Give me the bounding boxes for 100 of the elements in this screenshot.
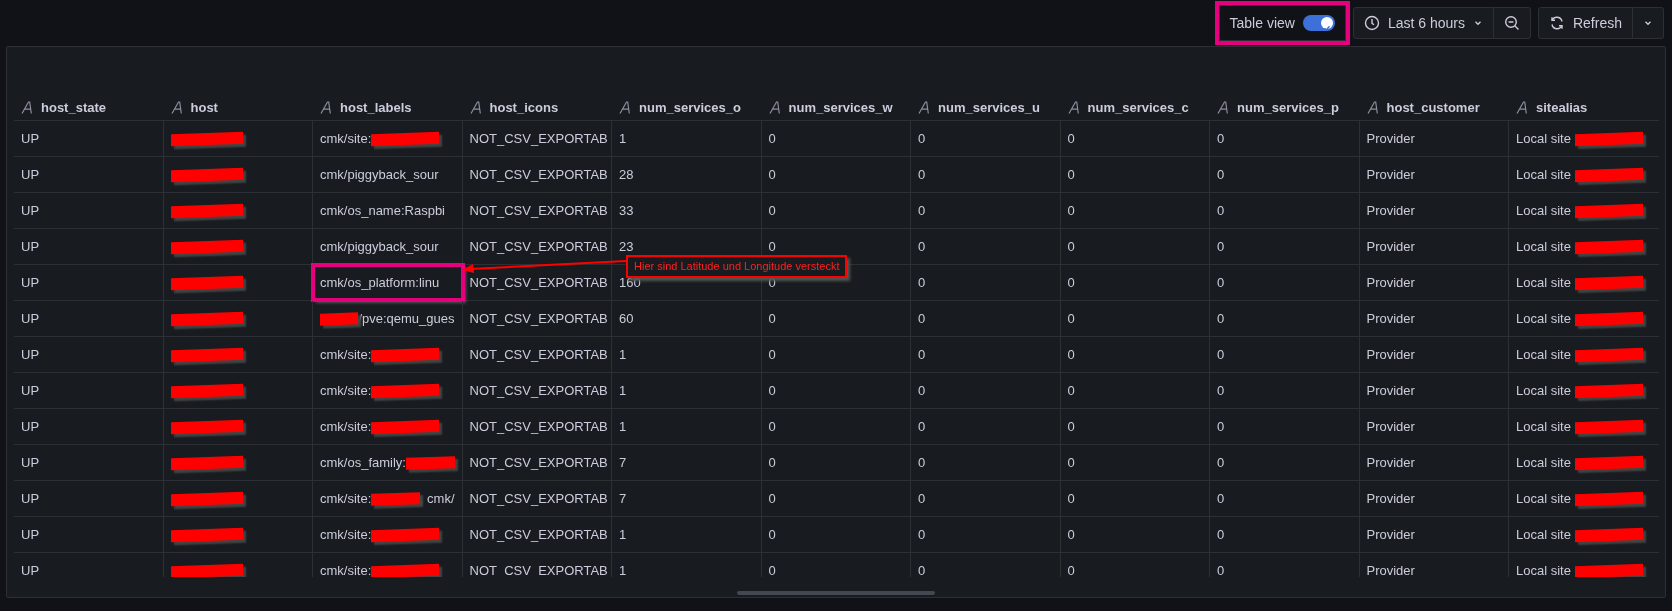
- redaction-mark: [1574, 563, 1643, 577]
- redaction-mark: [371, 419, 440, 434]
- redaction-mark: [371, 527, 440, 542]
- table-cell: NOT_CSV_EXPORTAB: [462, 193, 612, 228]
- table-cell: UP: [14, 517, 164, 552]
- redaction-mark: [405, 455, 455, 470]
- table-cell: UP: [14, 445, 164, 480]
- table-cell: 1: [612, 517, 762, 552]
- table-cell: 0: [1210, 445, 1360, 480]
- table-cell: 0: [761, 337, 911, 372]
- table-cell-text: /pve:qemu_gues: [358, 309, 455, 328]
- table-cell: NOT_CSV_EXPORTAB: [462, 553, 612, 577]
- text-type-icon: [768, 101, 781, 114]
- refresh-button[interactable]: Refresh: [1537, 7, 1633, 39]
- table-cell: 0: [1060, 193, 1210, 228]
- table-cell-text: cmk/site:: [320, 345, 372, 364]
- table-cell: 0: [1060, 265, 1210, 300]
- table-cell: 0: [1060, 121, 1210, 156]
- table-cell: NOT_CSV_EXPORTAB: [462, 337, 612, 372]
- table-cell-text: cmk/site:: [320, 489, 372, 508]
- table-cell: 0: [761, 193, 911, 228]
- table-cell: 0: [1210, 229, 1360, 264]
- redaction-mark: [1574, 203, 1643, 218]
- text-type-icon: [21, 101, 33, 114]
- table-cell-text: Local site: [1516, 561, 1572, 577]
- column-header-label: host_icons: [489, 98, 559, 117]
- table-cell: 0: [1060, 229, 1210, 264]
- column-header-label: host: [190, 98, 218, 117]
- table-cell: 0: [911, 517, 1061, 552]
- table-cell-text: cmk/site:: [320, 525, 372, 544]
- table-cell: Provider: [1359, 265, 1509, 300]
- table-cell: Provider: [1359, 157, 1509, 192]
- column-header-label: host_customer: [1386, 98, 1480, 117]
- clock-icon: [1363, 15, 1380, 31]
- column-header-label: sitealias: [1536, 98, 1588, 117]
- table-cell: UP: [14, 373, 164, 408]
- redaction-mark: [1574, 167, 1643, 182]
- redaction-mark: [1574, 455, 1643, 470]
- table-cell-text: Local site: [1516, 273, 1572, 292]
- table-cell: 0: [911, 409, 1061, 444]
- table-cell: 0: [1210, 337, 1360, 372]
- scrollbar[interactable]: [737, 591, 935, 595]
- table-cell: Provider: [1359, 337, 1509, 372]
- table-cell-text: Local site: [1516, 129, 1572, 148]
- table-cell: Provider: [1359, 409, 1509, 444]
- column-header-label: num_services_p: [1237, 98, 1339, 117]
- table-cell-text: , cmk/: [419, 489, 455, 508]
- redaction-mark: [1574, 527, 1643, 542]
- table-cell: 0: [1060, 337, 1210, 372]
- table-cell: NOT_CSV_EXPORTAB: [462, 301, 612, 336]
- table-cell-text: cmk/site:: [320, 129, 372, 148]
- column-header-label: num_services_w: [788, 98, 893, 117]
- text-type-icon: [1366, 101, 1379, 114]
- table-cell: cmk/os_name:Raspbi: [313, 193, 463, 228]
- table-cell: 0: [911, 373, 1061, 408]
- text-type-icon: [619, 101, 631, 114]
- table-cell-text: Local site: [1516, 381, 1572, 400]
- zoom-out-button[interactable]: [1493, 7, 1531, 39]
- table-cell: 0: [911, 229, 1061, 264]
- table-cell-text: Local site: [1516, 165, 1572, 184]
- time-range-picker[interactable]: Last 6 hours: [1352, 7, 1494, 39]
- text-type-icon: [320, 101, 332, 114]
- table-cell: Provider: [1359, 445, 1509, 480]
- table-cell: 7: [612, 481, 762, 516]
- table-view-toggle[interactable]: [1302, 15, 1335, 31]
- table-cell: NOT_CSV_EXPORTAB: [462, 157, 612, 192]
- table-cell-text: cmk/os_family:: [320, 453, 406, 472]
- table-cell: 0: [1060, 445, 1210, 480]
- table-cell: 0: [1060, 517, 1210, 552]
- text-type-icon: [170, 101, 183, 114]
- redaction-mark: [1574, 131, 1643, 146]
- table-cell: 0: [911, 481, 1061, 516]
- table-cell: 1: [612, 553, 762, 577]
- table-cell: 0: [1210, 373, 1360, 408]
- table-cell: Provider: [1359, 553, 1509, 577]
- table-cell-text: Local site: [1516, 201, 1572, 220]
- redaction-mark: [371, 383, 440, 398]
- table-cell: cmk/piggyback_sour: [313, 157, 463, 192]
- table-cell: 33: [612, 193, 762, 228]
- table-cell-text: Local site: [1516, 309, 1572, 328]
- table-cell: 0: [761, 481, 911, 516]
- redaction-mark: [1574, 239, 1643, 254]
- redaction-mark: [371, 491, 420, 506]
- table-cell: 0: [761, 517, 911, 552]
- column-header-label: num_services_o: [639, 98, 741, 117]
- table-cell: UP: [14, 301, 164, 336]
- table-cell: NOT_CSV_EXPORTAB: [462, 373, 612, 408]
- table-cell: UP: [14, 409, 164, 444]
- table-cell-text: cmk/site:: [320, 381, 372, 400]
- table-cell: Provider: [1359, 121, 1509, 156]
- redaction-mark: [371, 131, 440, 146]
- table-cell: UP: [14, 265, 164, 300]
- table-cell: 0: [1210, 409, 1360, 444]
- table-cell: 0: [761, 301, 911, 336]
- redaction-mark: [371, 563, 440, 577]
- refresh-icon: [1548, 15, 1565, 31]
- table-cell: 0: [1210, 553, 1360, 577]
- table-cell: 0: [761, 373, 911, 408]
- table-cell: 0: [1060, 157, 1210, 192]
- table-cell: UP: [14, 229, 164, 264]
